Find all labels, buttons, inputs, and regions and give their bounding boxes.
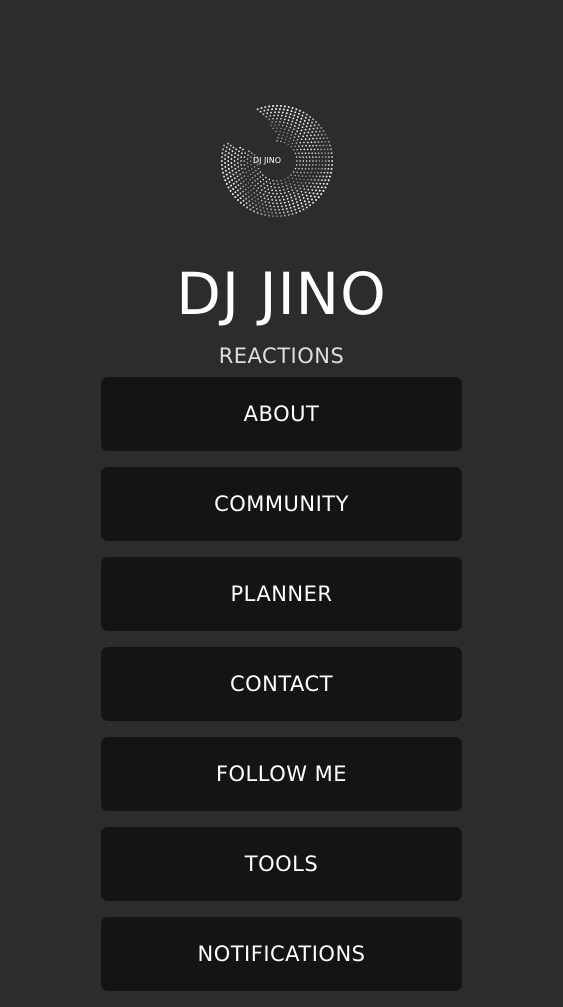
vinyl-dots-logo-icon: DJ JINO [220, 104, 334, 218]
contact-button[interactable]: CONTACT [101, 647, 462, 721]
follow-me-button[interactable]: FOLLOW ME [101, 737, 462, 811]
page-title: DJ JINO [176, 260, 387, 328]
logo-text: DJ JINO [253, 156, 281, 165]
tools-button[interactable]: TOOLS [101, 827, 462, 901]
page-subtitle: REACTIONS [218, 344, 345, 368]
community-button[interactable]: COMMUNITY [101, 467, 462, 541]
planner-button[interactable]: PLANNER [101, 557, 462, 631]
about-button[interactable]: ABOUT [101, 377, 462, 451]
main-menu: ABOUT COMMUNITY PLANNER CONTACT FOLLOW M… [101, 377, 462, 1007]
notifications-button[interactable]: NOTIFICATIONS [101, 917, 462, 991]
dj-jino-logo: DJ JINO [215, 103, 340, 228]
